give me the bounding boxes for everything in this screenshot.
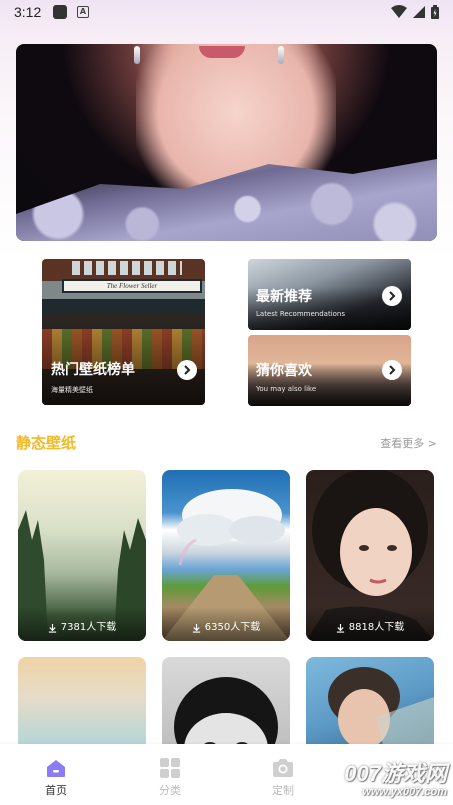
hot-wallpaper-list-subtitle: 海量精美壁纸 <box>51 386 93 394</box>
download-count: 6350人下载 <box>162 607 290 641</box>
status-icons <box>391 4 439 20</box>
nav-category-label: 分类 <box>159 784 181 797</box>
hot-wallpaper-list-title: 热门壁纸榜单 <box>51 362 135 378</box>
watermark-title: 007游戏网 <box>344 761 447 786</box>
nav-custom-label: 定制 <box>272 784 294 797</box>
download-count-text: 7381人下载 <box>60 622 117 633</box>
wallpaper-card[interactable]: 8818人下载 <box>306 470 434 641</box>
wallpaper-card[interactable] <box>162 657 290 757</box>
nav-custom[interactable]: 定制 <box>243 744 323 805</box>
latest-recommendations-card[interactable]: 最新推荐 Latest Recommendations <box>248 259 411 330</box>
section-title: 静态壁纸 <box>16 434 77 452</box>
nav-home[interactable]: 首页 <box>16 744 96 805</box>
hero-banner[interactable] <box>16 44 437 241</box>
shop-windows <box>72 261 182 275</box>
chevron-right-icon <box>382 286 402 306</box>
download-icon <box>336 624 344 633</box>
wallpaper-card[interactable]: 7381人下载 <box>18 470 146 641</box>
you-may-also-like-subtitle: You may also like <box>256 385 317 393</box>
download-count-text: 6350人下载 <box>204 622 261 633</box>
download-count-text: 8818人下载 <box>348 622 405 633</box>
latest-recommendations-title: 最新推荐 <box>256 289 312 305</box>
you-may-also-like-title: 猜你喜欢 <box>256 363 312 379</box>
nav-home-label: 首页 <box>45 784 67 797</box>
camera-icon <box>273 759 293 777</box>
status-bar: 3:12 A <box>0 0 453 26</box>
hot-wallpaper-list-card[interactable]: The Flower Seller 热门壁纸榜单 海量精美壁纸 <box>42 259 205 405</box>
download-count: 7381人下载 <box>18 607 146 641</box>
shop-sign: The Flower Seller <box>62 279 202 293</box>
notification-icon <box>53 5 67 19</box>
portrait-man <box>328 667 434 757</box>
signal-icon <box>413 6 425 18</box>
chevron-right-icon <box>177 360 197 380</box>
latest-recommendations-subtitle: Latest Recommendations <box>256 310 346 318</box>
nav-category[interactable]: 分类 <box>130 744 210 805</box>
hero-earring-left <box>134 46 140 64</box>
app-notification-icon: A <box>77 6 89 18</box>
site-watermark: 007游戏网 www.yx007.com <box>344 756 447 798</box>
wifi-icon <box>391 5 407 18</box>
download-icon <box>192 624 200 633</box>
battery-icon <box>431 5 439 19</box>
hero-earring-right <box>278 46 284 64</box>
you-may-also-like-card[interactable]: 猜你喜欢 You may also like <box>248 335 411 406</box>
wallpaper-card[interactable]: 6350人下载 <box>162 470 290 641</box>
download-icon <box>48 624 56 633</box>
status-time: 3:12 <box>14 4 42 20</box>
chevron-right-icon <box>382 360 402 380</box>
portrait-boy <box>174 677 278 757</box>
grid-icon <box>160 758 180 778</box>
view-more-link[interactable]: 查看更多 > <box>380 435 437 451</box>
home-icon <box>47 760 65 777</box>
hero-lips <box>199 46 245 58</box>
download-count: 8818人下载 <box>306 607 434 641</box>
wallpaper-card[interactable] <box>306 657 434 757</box>
wallpaper-card[interactable] <box>18 657 146 757</box>
